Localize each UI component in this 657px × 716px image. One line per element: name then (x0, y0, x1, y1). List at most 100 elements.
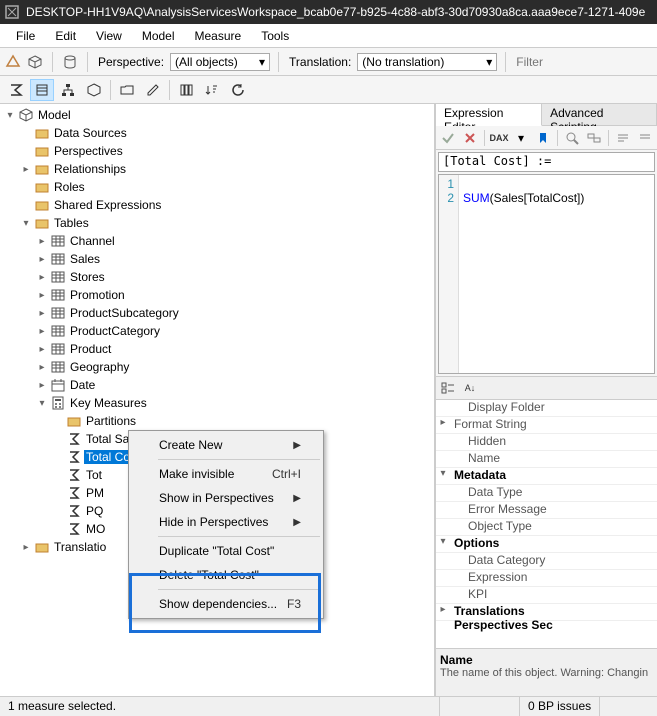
table-key-measures[interactable]: ▾Key Measures (0, 394, 434, 412)
tree-roles[interactable]: Roles (0, 178, 434, 196)
status-bp-issues: 0 BP issues (520, 697, 600, 716)
accept-icon[interactable] (440, 130, 456, 146)
ctx-hide-in-perspectives[interactable]: Hide in Perspectives▶ (131, 510, 321, 534)
tab-advanced-scripting[interactable]: Advanced Scripting (542, 104, 657, 126)
context-menu: Create New▶ Make invisibleCtrl+I Show in… (128, 430, 324, 619)
tab-expression-editor[interactable]: Expression Editor (436, 104, 542, 126)
submenu-arrow-icon: ▶ (293, 493, 301, 504)
menu-tools[interactable]: Tools (253, 27, 297, 45)
view-toolbar (0, 76, 657, 104)
properties-grid[interactable]: Display Folder ▸Format String Hidden Nam… (436, 400, 657, 648)
sigma-button[interactable] (4, 79, 28, 101)
menu-model[interactable]: Model (134, 27, 183, 45)
line-gutter: 1 2 (439, 175, 459, 373)
sort-button[interactable] (200, 79, 224, 101)
table-productsubcategory[interactable]: ▸ProductSubcategory (0, 304, 434, 322)
table-productcategory[interactable]: ▸ProductCategory (0, 322, 434, 340)
translation-label: Translation: (287, 55, 353, 69)
table-stores[interactable]: ▸Stores (0, 268, 434, 286)
table-icon (50, 359, 66, 375)
cube-icon[interactable] (26, 53, 44, 71)
table-icon (50, 233, 66, 249)
editor-toolbar: DAX ▾ (436, 126, 657, 150)
perspective-combo[interactable]: (All objects) ▾ (170, 53, 270, 71)
status-selection: 1 measure selected. (0, 697, 440, 716)
submenu-arrow-icon: ▶ (293, 517, 301, 528)
table-channel[interactable]: ▸Channel (0, 232, 434, 250)
deploy-icon[interactable] (4, 53, 22, 71)
menu-view[interactable]: View (88, 27, 130, 45)
chevron-down-icon: ▾ (486, 55, 492, 69)
menu-measure[interactable]: Measure (187, 27, 250, 45)
translation-combo[interactable]: (No translation) ▾ (357, 53, 497, 71)
right-panel: Expression Editor Advanced Scripting DAX… (435, 104, 657, 696)
cancel-icon[interactable] (462, 130, 478, 146)
folder-button[interactable] (115, 79, 139, 101)
categorized-icon[interactable] (440, 380, 456, 396)
bookmark-icon[interactable] (535, 130, 551, 146)
table-icon (50, 305, 66, 321)
tree-root[interactable]: ▾Model (0, 106, 434, 124)
formula-bar[interactable]: [Total Cost] := (438, 152, 655, 172)
ctx-show-in-perspectives[interactable]: Show in Perspectives▶ (131, 486, 321, 510)
tree-data-sources[interactable]: Data Sources (0, 124, 434, 142)
columns-button[interactable] (174, 79, 198, 101)
filter-input[interactable] (514, 53, 564, 71)
tree-partitions[interactable]: Partitions (0, 412, 434, 430)
tree-shared-expressions[interactable]: Shared Expressions (0, 196, 434, 214)
chevron-down-icon[interactable]: ▾ (513, 130, 529, 146)
uncomment-icon[interactable] (637, 130, 653, 146)
table-icon (50, 269, 66, 285)
property-description: Name The name of this object. Warning: C… (436, 648, 657, 696)
sigma-icon (66, 521, 82, 537)
submenu-arrow-icon: ▶ (293, 440, 301, 451)
code-editor[interactable]: 1 2 SUM(Sales[TotalCost]) (438, 174, 655, 374)
sigma-icon (66, 503, 82, 519)
dax-format-icon[interactable]: DAX (491, 130, 507, 146)
tree-relationships[interactable]: ▸Relationships (0, 160, 434, 178)
editor-tabs: Expression Editor Advanced Scripting (436, 104, 657, 126)
calendar-icon (50, 377, 66, 393)
refresh-button[interactable] (226, 79, 250, 101)
edit-button[interactable] (141, 79, 165, 101)
menu-edit[interactable]: Edit (47, 27, 84, 45)
table-icon (50, 287, 66, 303)
sigma-icon (66, 431, 82, 447)
table-icon (50, 323, 66, 339)
perspective-label: Perspective: (96, 55, 166, 69)
app-icon (4, 4, 20, 20)
ctx-duplicate[interactable]: Duplicate "Total Cost" (131, 539, 321, 563)
calc-icon (50, 395, 66, 411)
comment-icon[interactable] (615, 130, 631, 146)
menu-bar: File Edit View Model Measure Tools (0, 24, 657, 48)
model-tree-panel: ▾Model Data Sources Perspectives ▸Relati… (0, 104, 435, 696)
table-promotion[interactable]: ▸Promotion (0, 286, 434, 304)
sigma-icon (66, 485, 82, 501)
sigma-icon (66, 449, 82, 465)
window-title: DESKTOP-HH1V9AQ\AnalysisServicesWorkspac… (26, 5, 645, 19)
chevron-down-icon: ▾ (259, 55, 265, 69)
ctx-show-dependencies[interactable]: Show dependencies...F3 (131, 592, 321, 616)
tree-tables[interactable]: ▾Tables (0, 214, 434, 232)
cube-button[interactable] (82, 79, 106, 101)
table-product[interactable]: ▸Product (0, 340, 434, 358)
alphabetical-icon[interactable]: A↓ (462, 380, 478, 396)
ctx-delete[interactable]: Delete "Total Cost" (131, 563, 321, 587)
db-icon[interactable] (61, 53, 79, 71)
tree-perspectives[interactable]: Perspectives (0, 142, 434, 160)
sigma-icon (66, 467, 82, 483)
table-date[interactable]: ▸Date (0, 376, 434, 394)
table-geography[interactable]: ▸Geography (0, 358, 434, 376)
table-sales[interactable]: ▸Sales (0, 250, 434, 268)
status-bar: 1 measure selected. 0 BP issues (0, 696, 657, 716)
main-toolbar: Perspective: (All objects) ▾ Translation… (0, 48, 657, 76)
table-icon (50, 251, 66, 267)
tree-button[interactable] (56, 79, 80, 101)
menu-file[interactable]: File (8, 27, 43, 45)
replace-icon[interactable] (586, 130, 602, 146)
ctx-create-new[interactable]: Create New▶ (131, 433, 321, 457)
ctx-make-invisible[interactable]: Make invisibleCtrl+I (131, 462, 321, 486)
title-bar: DESKTOP-HH1V9AQ\AnalysisServicesWorkspac… (0, 0, 657, 24)
find-icon[interactable] (564, 130, 580, 146)
list-button[interactable] (30, 79, 54, 101)
